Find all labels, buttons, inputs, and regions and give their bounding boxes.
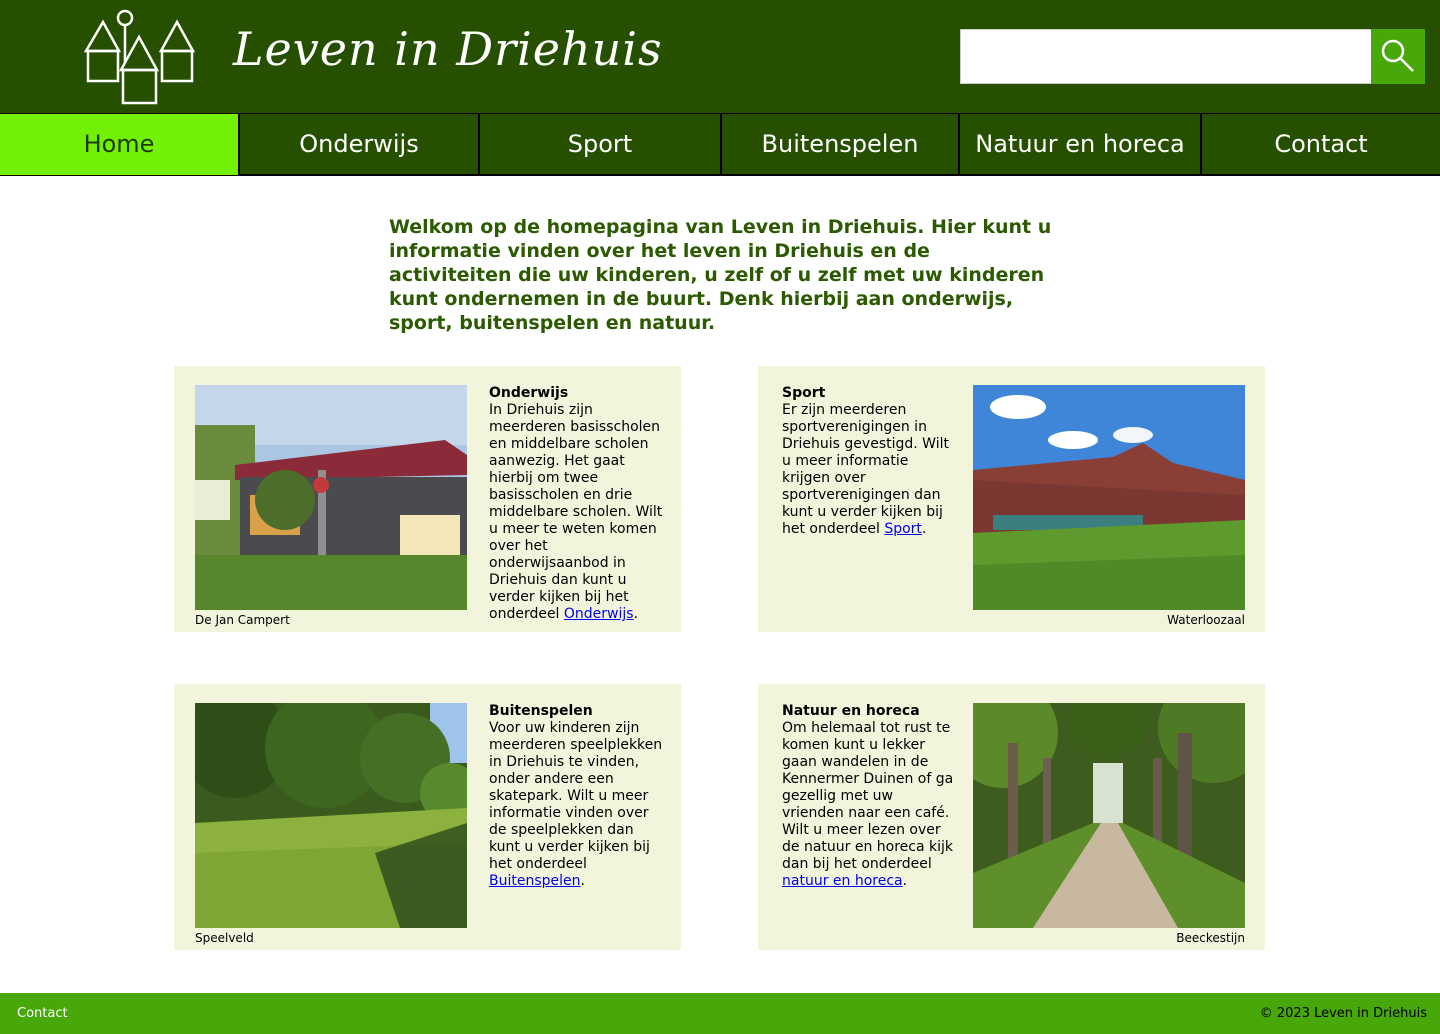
- card-period: .: [902, 873, 908, 889]
- site-header: Leven in Driehuis: [0, 0, 1440, 113]
- card-period: .: [580, 873, 585, 889]
- site-footer: Contact © 2023 Leven in Driehuis: [0, 993, 1440, 1034]
- nav-item-buitenspelen[interactable]: Buitenspelen: [722, 114, 960, 175]
- photo-caption: Speelveld: [195, 931, 254, 945]
- card-period: .: [921, 521, 927, 537]
- natuur-en-horeca-link[interactable]: natuur en horeca: [782, 873, 903, 889]
- playing-field-photo: [195, 703, 467, 928]
- card-body: Om helemaal tot rust te komen kunt u lek…: [782, 720, 954, 872]
- card-body: Voor uw kinderen zijn meerderen speelple…: [489, 720, 663, 872]
- photo-caption: Beeckestijn: [1176, 931, 1245, 945]
- site-title: Leven in Driehuis: [233, 22, 663, 76]
- card-heading: Onderwijs: [489, 385, 569, 401]
- main-nav: Home Onderwijs Sport Buitenspelen Natuur…: [0, 113, 1440, 176]
- search-icon: [1381, 39, 1414, 72]
- card-onderwijs: Onderwijs In Driehuis zijn meerderen bas…: [174, 366, 681, 632]
- search-input[interactable]: [960, 29, 1372, 84]
- onderwijs-link[interactable]: Onderwijs: [564, 606, 634, 622]
- card-period: .: [633, 606, 639, 622]
- nav-item-home[interactable]: Home: [0, 114, 240, 175]
- footer-copyright: © 2023 Leven in Driehuis: [1259, 1006, 1427, 1021]
- card-natuur-en-horeca: Natuur en horeca Om helemaal tot rust te…: [758, 684, 1265, 950]
- card-heading: Buitenspelen: [489, 703, 593, 719]
- card-buitenspelen: Buitenspelen Voor uw kinderen zijn meerd…: [174, 684, 681, 950]
- nav-item-sport[interactable]: Sport: [480, 114, 722, 175]
- card-body: Er zijn meerderen sportverenigingen in D…: [782, 402, 949, 537]
- forest-path-photo: [973, 703, 1245, 928]
- intro-text: Welkom op de homepagina van Leven in Dri…: [389, 216, 1052, 334]
- footer-contact-link[interactable]: Contact: [17, 1006, 68, 1021]
- nav-item-onderwijs[interactable]: Onderwijs: [240, 114, 480, 175]
- card-text: Sport Er zijn meerderen sportvereniginge…: [782, 385, 958, 538]
- card-text: Natuur en horeca Om helemaal tot rust te…: [782, 703, 958, 890]
- buitenspelen-link[interactable]: Buitenspelen: [489, 873, 581, 889]
- card-text: Onderwijs In Driehuis zijn meerderen bas…: [489, 385, 665, 623]
- card-body: In Driehuis zijn meerderen basisscholen …: [489, 402, 663, 622]
- card-text: Buitenspelen Voor uw kinderen zijn meerd…: [489, 703, 665, 890]
- nav-item-natuur-en-horeca[interactable]: Natuur en horeca: [960, 114, 1202, 175]
- photo-caption: De Jan Campert: [195, 613, 290, 627]
- sports-hall-photo: [973, 385, 1245, 610]
- photo-caption: Waterloozaal: [1167, 613, 1245, 627]
- school-photo: [195, 385, 467, 610]
- sport-link[interactable]: Sport: [884, 521, 922, 537]
- card-heading: Natuur en horeca: [782, 703, 920, 719]
- search-button[interactable]: [1371, 29, 1425, 84]
- card-sport: Sport Er zijn meerderen sportvereniginge…: [758, 366, 1265, 632]
- nav-item-contact[interactable]: Contact: [1202, 114, 1440, 175]
- houses-logo-icon[interactable]: [83, 8, 196, 105]
- card-heading: Sport: [782, 385, 826, 401]
